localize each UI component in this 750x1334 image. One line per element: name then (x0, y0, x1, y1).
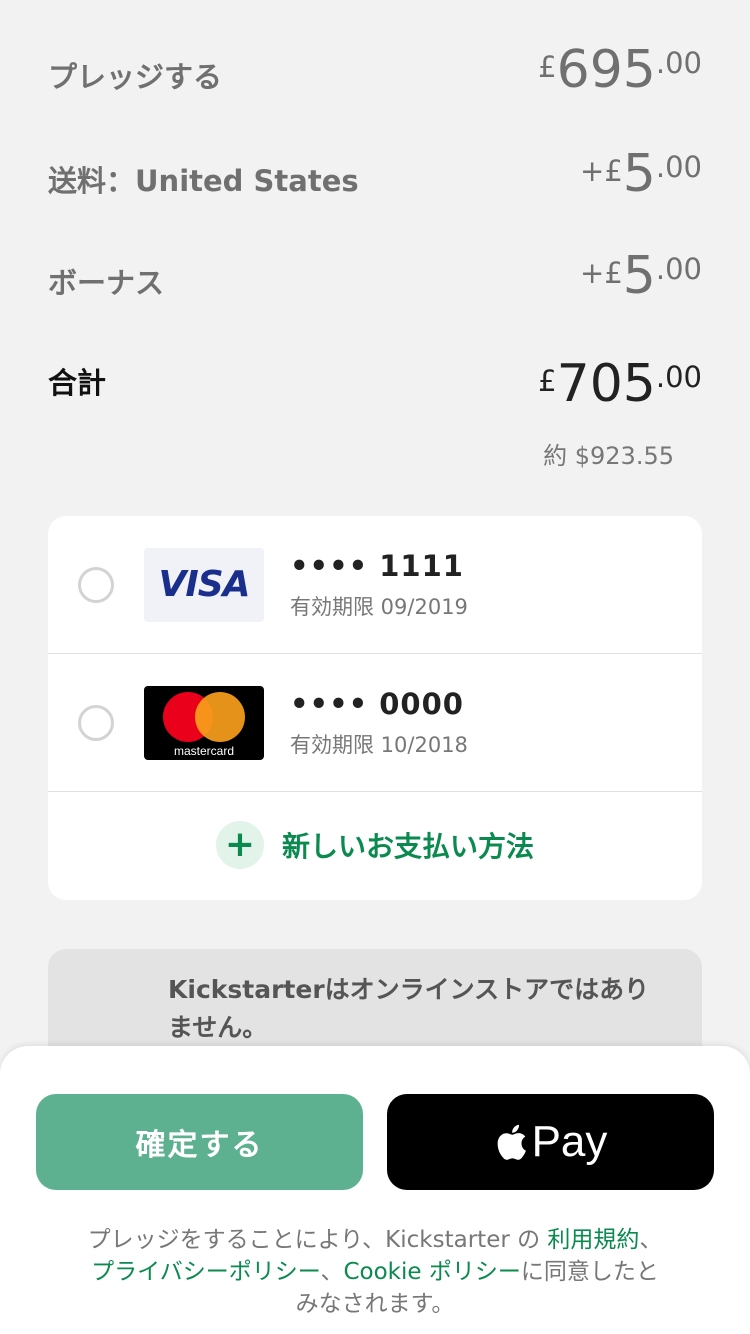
bonus-whole: 5 (622, 246, 656, 306)
apple-pay-label: Pay (531, 1117, 608, 1166)
confirm-button[interactable]: 確定する (36, 1094, 363, 1190)
converted-total: 約 $923.55 (543, 442, 674, 470)
shipping-decimal: .00 (655, 150, 702, 184)
payment-method-visa[interactable]: VISA •••• 1111 有効期限 09/2019 (48, 516, 702, 654)
bonus-amount: +£ 5 .00 (580, 250, 702, 302)
payment-methods-card: VISA •••• 1111 有効期限 09/2019 mastercard •… (48, 516, 702, 900)
cookie-link[interactable]: Cookie ポリシー (343, 1259, 520, 1285)
bottom-sheet: 確定する Pay プレッジをすることにより、Kickstarter の 利用規約… (0, 1046, 750, 1334)
pledge-whole: 695 (556, 40, 656, 100)
mastercard-card-expiry: 有効期限 10/2018 (290, 732, 468, 757)
shipping-currency: +£ (580, 154, 623, 188)
visa-radio[interactable] (78, 566, 114, 603)
total-decimal: .00 (655, 360, 702, 394)
add-payment-method-button[interactable]: + 新しいお支払い方法 (48, 792, 702, 898)
plus-icon: + (215, 821, 264, 869)
total-currency: £ (538, 364, 557, 398)
shipping-row: 送料：United States +£ 5 .00 (48, 148, 702, 200)
pledge-label: プレッジする (48, 60, 223, 94)
shipping-whole: 5 (622, 144, 656, 204)
pledge-decimal: .00 (655, 46, 702, 80)
mastercard-brand-text: mastercard (173, 743, 235, 758)
legal-sep2: 、 (320, 1259, 344, 1285)
mastercard-card-number: •••• 0000 (290, 686, 464, 721)
apple-pay-button[interactable]: Pay (387, 1094, 714, 1190)
total-whole: 705 (556, 354, 656, 414)
total-amount: £ 705 .00 (538, 358, 702, 410)
visa-brand-text: VISA (158, 564, 250, 605)
payment-method-mastercard[interactable]: mastercard •••• 0000 有効期限 10/2018 (48, 654, 702, 792)
shipping-amount: +£ 5 .00 (580, 148, 702, 200)
pledge-amount: £ 695 .00 (538, 44, 702, 96)
legal-sep1: 、 (639, 1227, 663, 1253)
visa-logo-icon: VISA (144, 547, 264, 622)
bonus-decimal: .00 (655, 252, 702, 286)
mastercard-card-info: •••• 0000 有効期限 10/2018 (290, 687, 468, 759)
bonus-row: ボーナス +£ 5 .00 (48, 250, 702, 302)
total-row: 合計 £ 705 .00 (48, 358, 702, 410)
pledge-row: プレッジする £ 695 .00 (48, 44, 702, 96)
bonus-currency: +£ (580, 256, 623, 290)
total-label: 合計 (48, 366, 107, 400)
legal-prefix: プレッジをすることにより、Kickstarter の (87, 1227, 548, 1253)
legal-text: プレッジをすることにより、Kickstarter の 利用規約、プライバシーポリ… (80, 1224, 670, 1320)
visa-card-number: •••• 1111 (290, 548, 464, 583)
terms-link[interactable]: 利用規約 (547, 1227, 639, 1253)
shipping-label: 送料：United States (48, 164, 359, 198)
mastercard-radio[interactable] (78, 704, 114, 741)
add-payment-label: 新しいお支払い方法 (281, 830, 534, 863)
visa-card-info: •••• 1111 有効期限 09/2019 (290, 549, 468, 621)
privacy-link[interactable]: プライバシーポリシー (91, 1259, 320, 1285)
pledge-currency: £ (538, 50, 557, 84)
apple-logo-icon (497, 1124, 526, 1160)
bonus-label: ボーナス (48, 266, 165, 300)
visa-card-expiry: 有効期限 09/2019 (290, 594, 468, 619)
mastercard-logo-icon: mastercard (144, 685, 264, 760)
